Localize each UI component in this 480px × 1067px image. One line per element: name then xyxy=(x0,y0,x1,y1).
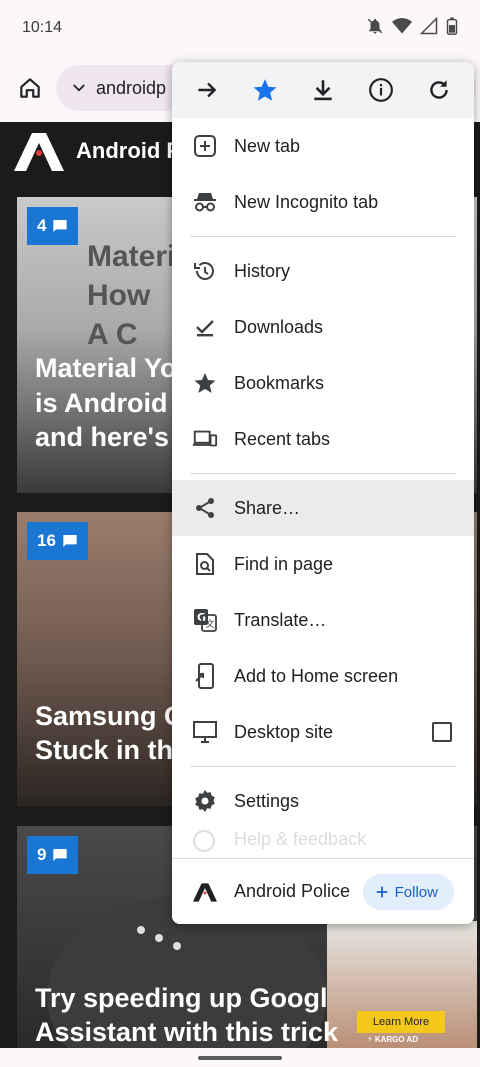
incognito-icon xyxy=(192,189,218,215)
signal-icon xyxy=(419,16,438,40)
menu-item-downloads[interactable]: Downloads xyxy=(172,299,474,355)
arrow-right-icon xyxy=(198,82,217,98)
chevron-down-icon xyxy=(73,84,85,92)
card-bg-text: Materi How A C xyxy=(87,240,176,351)
overflow-menu: New tab New Incognito tab History Downlo… xyxy=(172,62,474,924)
home-button[interactable] xyxy=(12,70,48,106)
menu-list: New tab New Incognito tab History Downlo… xyxy=(172,118,474,853)
plus-icon xyxy=(376,886,387,898)
menu-item-bookmarks[interactable]: Bookmarks xyxy=(172,355,474,411)
android-police-logo-icon xyxy=(192,882,218,902)
menu-item-add-to-home-screen[interactable]: Add to Home screen xyxy=(172,648,474,704)
battery-icon xyxy=(446,16,458,40)
forward-button[interactable] xyxy=(187,70,227,110)
info-icon xyxy=(369,78,393,102)
wifi-icon xyxy=(392,17,412,40)
find-in-page-icon xyxy=(192,551,218,577)
menu-divider xyxy=(190,473,456,474)
site-name: Android P xyxy=(76,138,182,163)
android-police-logo-icon xyxy=(14,133,64,171)
menu-item-recent-tabs[interactable]: Recent tabs xyxy=(172,411,474,467)
translate-icon: G文 xyxy=(192,607,218,633)
ad-learn-more-button[interactable]: Learn More xyxy=(357,1011,445,1033)
article-headline[interactable]: Material Yo is Android and here's xyxy=(35,351,177,455)
menu-divider xyxy=(190,766,456,767)
download-icon xyxy=(314,80,332,101)
star-filled-icon xyxy=(253,79,277,101)
devices-icon xyxy=(192,426,218,452)
comment-icon xyxy=(63,535,77,547)
menu-item-desktop-site[interactable]: Desktop site xyxy=(172,704,474,760)
menu-item-translate[interactable]: G文 Translate… xyxy=(172,592,474,648)
menu-follow-footer: Android Police Follow xyxy=(172,858,474,924)
article-headline[interactable]: Try speeding up Googl Assistant with thi… xyxy=(35,981,338,1048)
menu-item-new-tab[interactable]: New tab xyxy=(172,118,474,174)
bell-off-icon xyxy=(366,17,384,40)
home-icon xyxy=(20,78,40,98)
help-icon xyxy=(192,829,218,853)
download-page-button[interactable] xyxy=(303,70,343,110)
comment-count-badge[interactable]: 9 xyxy=(27,836,79,874)
menu-item-help-feedback[interactable]: Help & feedback xyxy=(172,829,474,853)
comment-icon xyxy=(53,849,68,861)
check-downloads-icon xyxy=(192,314,218,340)
menu-divider xyxy=(190,236,456,237)
ad-label: ⚡ KARGO AD xyxy=(367,1035,419,1044)
menu-item-new-incognito-tab[interactable]: New Incognito tab xyxy=(172,174,474,230)
desktop-site-checkbox[interactable] xyxy=(432,722,452,742)
gesture-handle[interactable] xyxy=(198,1056,282,1060)
follow-site-name: Android Police xyxy=(234,881,351,901)
menu-item-history[interactable]: History xyxy=(172,243,474,299)
status-bar: 10:14 xyxy=(0,0,480,56)
bookmark-star-button[interactable] xyxy=(245,70,285,110)
menu-item-settings[interactable]: Settings xyxy=(172,773,474,829)
menu-action-row xyxy=(172,62,474,118)
comment-icon xyxy=(53,220,68,232)
menu-item-find-in-page[interactable]: Find in page xyxy=(172,536,474,592)
add-to-home-icon xyxy=(192,663,218,689)
monitor-icon xyxy=(192,719,218,745)
star-icon xyxy=(192,370,218,396)
status-time: 10:14 xyxy=(22,19,63,36)
gear-icon xyxy=(192,788,218,814)
comment-count-badge[interactable]: 4 xyxy=(27,207,79,245)
status-icons xyxy=(366,16,458,40)
page-info-button[interactable] xyxy=(361,70,401,110)
reload-button[interactable] xyxy=(419,70,459,110)
refresh-icon xyxy=(430,80,448,99)
history-icon xyxy=(192,258,218,284)
svg-text:文: 文 xyxy=(206,618,215,630)
url-text: androidp xyxy=(96,77,167,98)
article-headline[interactable]: Samsung G Stuck in th xyxy=(35,699,185,768)
menu-item-share[interactable]: Share… xyxy=(172,480,474,536)
comment-count-badge[interactable]: 16 xyxy=(27,522,88,560)
follow-button[interactable]: Follow xyxy=(362,874,454,910)
system-nav-bar xyxy=(0,1048,480,1067)
ad-banner[interactable]: Learn More ⚡ KARGO AD xyxy=(327,921,477,1048)
plus-box-icon xyxy=(192,133,218,159)
share-icon xyxy=(192,495,218,521)
